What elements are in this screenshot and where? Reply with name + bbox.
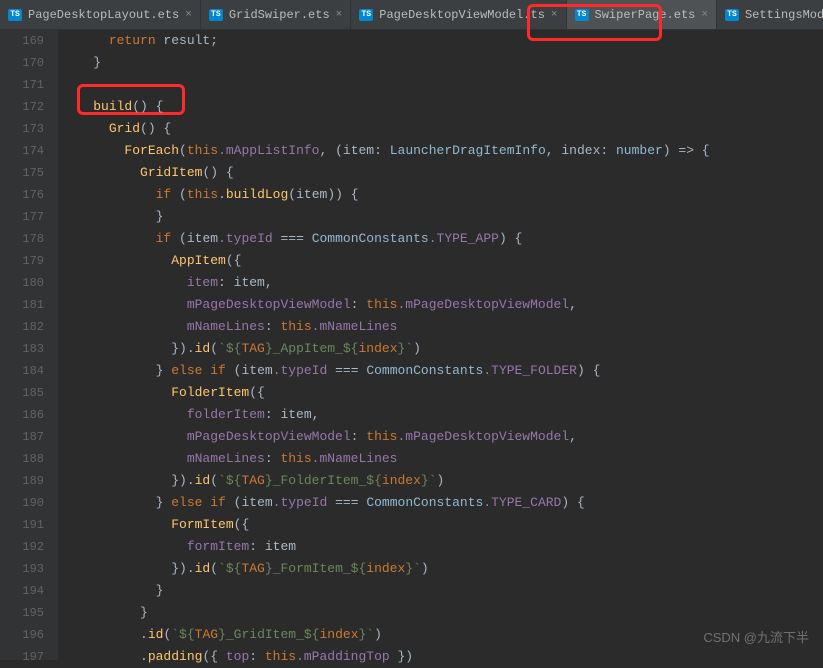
- line-number: 178: [0, 228, 44, 250]
- code-line: }).id(`${TAG}_AppItem_${index}`): [62, 338, 823, 360]
- code-line: }: [62, 52, 823, 74]
- editor-tabbar: TS PageDesktopLayout.ets × TS GridSwiper.et…: [0, 0, 823, 30]
- ts-file-icon: TS: [725, 9, 739, 21]
- code-line: mNameLines: this.mNameLines: [62, 448, 823, 470]
- code-line: AppItem({: [62, 250, 823, 272]
- line-number: 187: [0, 426, 44, 448]
- tab-settingsmodel[interactable]: TSSettingsModel.ts×: [717, 0, 823, 29]
- code-line: GridItem() {: [62, 162, 823, 184]
- line-number: 175: [0, 162, 44, 184]
- code-line: }).id(`${TAG}_FormItem_${index}`): [62, 558, 823, 580]
- tab-label: GridSwiper.ets: [229, 8, 330, 22]
- code-editor[interactable]: 169 170 171 172 173 174 175 176 177 178 …: [0, 30, 823, 660]
- ts-file-icon: TS: [575, 9, 589, 21]
- tab-label: PageDesktopLayout.ets: [28, 8, 179, 22]
- tab-pagedesktoplayout[interactable]: TS PageDesktopLayout.ets ×: [0, 0, 201, 29]
- close-icon[interactable]: ×: [551, 9, 558, 21]
- line-number: 171: [0, 74, 44, 96]
- line-number: 197: [0, 646, 44, 668]
- line-number: 173: [0, 118, 44, 140]
- line-number: 188: [0, 448, 44, 470]
- tab-swiperpage[interactable]: TS SwiperPage.ets ×: [567, 0, 717, 29]
- close-icon[interactable]: ×: [336, 9, 343, 21]
- code-line: formItem: item: [62, 536, 823, 558]
- line-number: 196: [0, 624, 44, 646]
- code-line: .id(`${TAG}_GridItem_${index}`): [62, 624, 823, 646]
- tab-label: SettingsModel.ts: [745, 8, 823, 22]
- line-number: 184: [0, 360, 44, 382]
- code-line: build() {: [62, 96, 823, 118]
- line-number: 176: [0, 184, 44, 206]
- code-line: [62, 74, 823, 96]
- line-number: 186: [0, 404, 44, 426]
- line-number: 177: [0, 206, 44, 228]
- close-icon[interactable]: ×: [701, 9, 708, 21]
- ts-file-icon: TS: [209, 9, 223, 21]
- code-area[interactable]: return result; } build() { Grid() { ForE…: [58, 30, 823, 660]
- code-line: } else if (item.typeId === CommonConstan…: [62, 492, 823, 514]
- line-number: 191: [0, 514, 44, 536]
- code-line: mNameLines: this.mNameLines: [62, 316, 823, 338]
- line-number: 185: [0, 382, 44, 404]
- code-line: mPageDesktopViewModel: this.mPageDesktop…: [62, 294, 823, 316]
- code-line: FormItem({: [62, 514, 823, 536]
- code-line: mPageDesktopViewModel: this.mPageDesktop…: [62, 426, 823, 448]
- tab-gridswiper[interactable]: TS GridSwiper.ets ×: [201, 0, 351, 29]
- line-number: 189: [0, 470, 44, 492]
- ts-file-icon: TS: [359, 9, 373, 21]
- code-line: if (item.typeId === CommonConstants.TYPE…: [62, 228, 823, 250]
- line-number: 193: [0, 558, 44, 580]
- tab-label: SwiperPage.ets: [595, 8, 696, 22]
- code-line: Grid() {: [62, 118, 823, 140]
- tab-label: PageDesktopViewModel.ts: [379, 8, 545, 22]
- code-line: }: [62, 602, 823, 624]
- code-line: item: item,: [62, 272, 823, 294]
- line-number: 180: [0, 272, 44, 294]
- line-number: 183: [0, 338, 44, 360]
- line-number: 182: [0, 316, 44, 338]
- code-line: }: [62, 580, 823, 602]
- line-number-gutter: 169 170 171 172 173 174 175 176 177 178 …: [0, 30, 58, 660]
- code-line: }).id(`${TAG}_FolderItem_${index}`): [62, 470, 823, 492]
- ts-file-icon: TS: [8, 9, 22, 21]
- code-line: if (this.buildLog(item)) {: [62, 184, 823, 206]
- code-line: folderItem: item,: [62, 404, 823, 426]
- line-number: 174: [0, 140, 44, 162]
- code-line: }: [62, 206, 823, 228]
- line-number: 192: [0, 536, 44, 558]
- line-number: 172: [0, 96, 44, 118]
- code-line: ForEach(this.mAppListInfo, (item: Launch…: [62, 140, 823, 162]
- close-icon[interactable]: ×: [185, 9, 192, 21]
- code-line: FolderItem({: [62, 382, 823, 404]
- line-number: 181: [0, 294, 44, 316]
- tab-pagedesktopviewmodel[interactable]: TS PageDesktopViewModel.ts ×: [351, 0, 566, 29]
- line-number: 190: [0, 492, 44, 514]
- line-number: 179: [0, 250, 44, 272]
- line-number: 194: [0, 580, 44, 602]
- line-number: 169: [0, 30, 44, 52]
- code-line: } else if (item.typeId === CommonConstan…: [62, 360, 823, 382]
- line-number: 170: [0, 52, 44, 74]
- line-number: 195: [0, 602, 44, 624]
- code-line: return result;: [62, 30, 823, 52]
- code-line: .padding({ top: this.mPaddingTop }): [62, 646, 823, 668]
